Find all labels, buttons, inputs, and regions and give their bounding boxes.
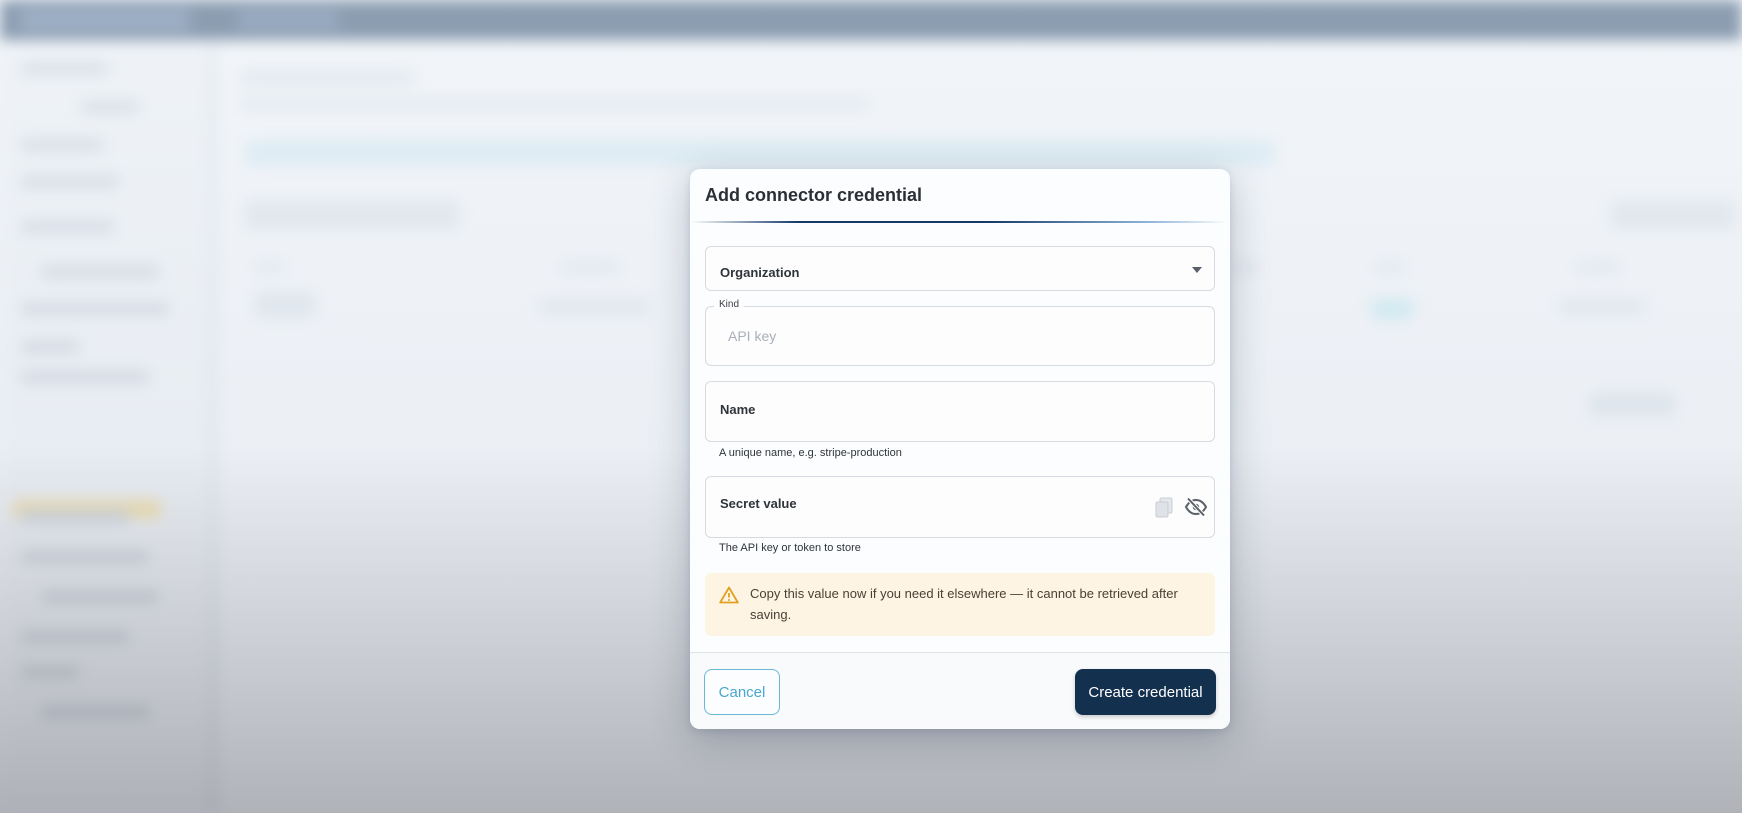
eye-off-icon[interactable] [1184,495,1208,519]
copy-icon[interactable] [1154,496,1174,518]
organization-label: Organization [720,265,800,280]
chevron-down-icon [1192,267,1202,273]
warning-icon [719,586,739,604]
title-underline [690,221,1230,223]
kind-value: API key [728,328,777,344]
kind-label: Kind [714,299,745,310]
add-credential-dialog: Add connector credential Organization Ki… [690,169,1230,729]
cancel-button[interactable]: Cancel [704,669,780,715]
secret-value-label: Secret value [720,496,797,511]
secret-helper-text: The API key or token to store [719,542,861,554]
warning-text: Copy this value now if you need it elsew… [750,586,1178,622]
organization-select[interactable]: Organization [705,246,1215,291]
secret-value-input[interactable]: Secret value [705,476,1215,538]
name-input[interactable]: Name [705,381,1215,442]
name-label: Name [720,402,756,417]
kind-field: Kind API key [705,299,1215,366]
dialog-title: Add connector credential [705,185,923,205]
create-credential-button[interactable]: Create credential [1075,669,1216,715]
copy-warning-alert: Copy this value now if you need it elsew… [705,573,1215,636]
name-helper-text: A unique name, e.g. stripe-production [719,447,902,459]
